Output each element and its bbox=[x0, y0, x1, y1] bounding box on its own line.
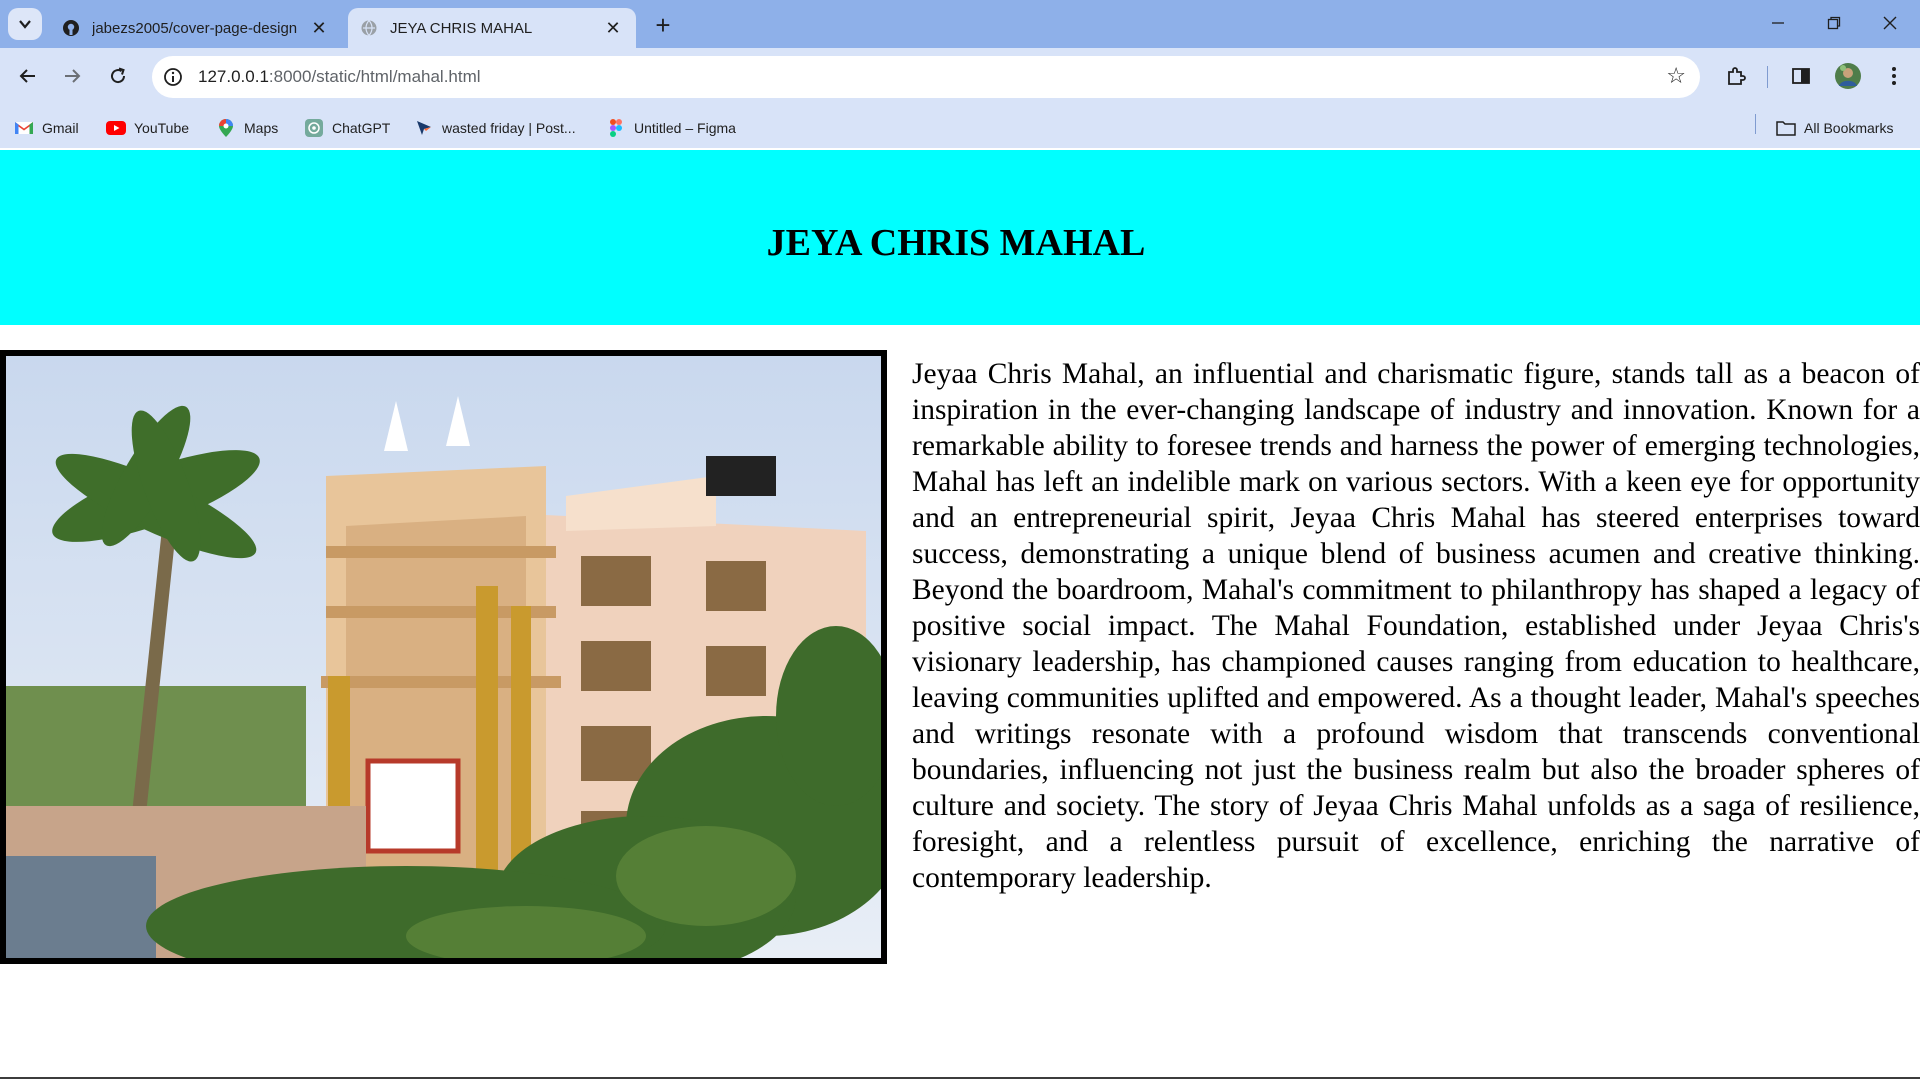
chatgpt-icon bbox=[304, 119, 324, 137]
restore-icon bbox=[1827, 16, 1841, 30]
bookmarks-divider bbox=[1755, 114, 1756, 134]
minimize-button[interactable] bbox=[1750, 0, 1806, 46]
site-info-icon[interactable] bbox=[160, 64, 186, 90]
bookmark-chatgpt[interactable]: ChatGPT bbox=[304, 116, 390, 140]
reload-button[interactable] bbox=[100, 58, 136, 94]
tab-title: JEYA CHRIS MAHAL bbox=[390, 19, 533, 37]
globe-icon bbox=[360, 19, 378, 37]
gmail-icon bbox=[14, 119, 34, 137]
side-panel-icon[interactable] bbox=[1785, 60, 1817, 92]
url-path: :8000/static/html/mahal.html bbox=[268, 67, 481, 86]
tab-search-button[interactable] bbox=[8, 8, 42, 40]
bookmark-label: YouTube bbox=[134, 120, 190, 136]
close-tab-icon[interactable]: ✕ bbox=[308, 17, 330, 39]
arrow-left-icon bbox=[19, 69, 35, 83]
arrow-right-icon bbox=[65, 69, 81, 83]
page-content: JEYA CHRIS MAHAL Jeyaa Chris Mahal, an i… bbox=[0, 150, 1920, 1079]
toolbar-divider bbox=[1767, 66, 1768, 88]
bio-paragraph: Jeyaa Chris Mahal, an influential and ch… bbox=[912, 358, 1920, 894]
folder-icon bbox=[1776, 119, 1796, 137]
back-button[interactable] bbox=[10, 58, 46, 94]
all-bookmarks-label: All Bookmarks bbox=[1804, 120, 1894, 136]
bookmark-figma[interactable]: Untitled – Figma bbox=[606, 116, 736, 140]
bookmark-label: Gmail bbox=[42, 120, 79, 136]
github-icon bbox=[62, 19, 80, 37]
profile-avatar[interactable] bbox=[1832, 60, 1864, 92]
all-bookmarks-button[interactable]: All Bookmarks bbox=[1776, 116, 1893, 140]
bookmark-label: ChatGPT bbox=[332, 120, 391, 136]
close-tab-icon[interactable]: ✕ bbox=[602, 17, 624, 39]
bookmark-gmail[interactable]: Gmail bbox=[14, 116, 79, 140]
url-text: 127.0.0.1:8000/static/html/mahal.html bbox=[198, 67, 481, 87]
bookmark-label: Untitled – Figma bbox=[634, 120, 736, 136]
bookmark-label: wasted friday | Post... bbox=[442, 120, 576, 136]
reload-icon bbox=[111, 67, 126, 84]
bookmark-star-icon[interactable]: ☆ bbox=[1666, 65, 1686, 87]
tab-github[interactable]: jabezs2005/cover-page-design ✕ bbox=[50, 8, 342, 48]
minimize-icon bbox=[1772, 22, 1784, 24]
bookmark-youtube[interactable]: YouTube bbox=[106, 116, 189, 140]
tab-title: jabezs2005/cover-page-design bbox=[92, 19, 298, 37]
youtube-icon bbox=[106, 119, 126, 137]
tab-jeya-chris-mahal[interactable]: JEYA CHRIS MAHAL ✕ bbox=[348, 8, 636, 48]
close-icon bbox=[1883, 16, 1897, 30]
forward-button[interactable] bbox=[54, 58, 90, 94]
tab-strip: jabezs2005/cover-page-design ✕ JEYA CHRI… bbox=[0, 0, 1920, 48]
page-header: JEYA CHRIS MAHAL bbox=[0, 150, 1920, 325]
bookmark-postman[interactable]: wasted friday | Post... bbox=[414, 116, 576, 140]
postman-icon bbox=[414, 119, 434, 137]
extensions-icon[interactable] bbox=[1720, 60, 1752, 92]
building-photo bbox=[0, 350, 887, 964]
new-tab-button[interactable]: + bbox=[648, 10, 678, 40]
menu-kebab-icon[interactable] bbox=[1878, 60, 1910, 92]
bookmark-label: Maps bbox=[244, 120, 279, 136]
page-title: JEYA CHRIS MAHAL bbox=[766, 221, 1146, 264]
restore-button[interactable] bbox=[1806, 0, 1862, 46]
url-host: 127.0.0.1 bbox=[198, 67, 269, 86]
maps-icon bbox=[216, 119, 236, 137]
figma-icon bbox=[606, 119, 626, 137]
browser-toolbar: 127.0.0.1:8000/static/html/mahal.html ☆ bbox=[0, 48, 1920, 108]
close-window-button[interactable] bbox=[1862, 0, 1918, 46]
bookmark-maps[interactable]: Maps bbox=[216, 116, 278, 140]
chevron-down-icon bbox=[19, 20, 31, 29]
address-bar[interactable]: 127.0.0.1:8000/static/html/mahal.html ☆ bbox=[152, 56, 1700, 98]
bookmarks-bar: Gmail YouTube Maps ChatGPT wasted friday… bbox=[0, 108, 1920, 148]
